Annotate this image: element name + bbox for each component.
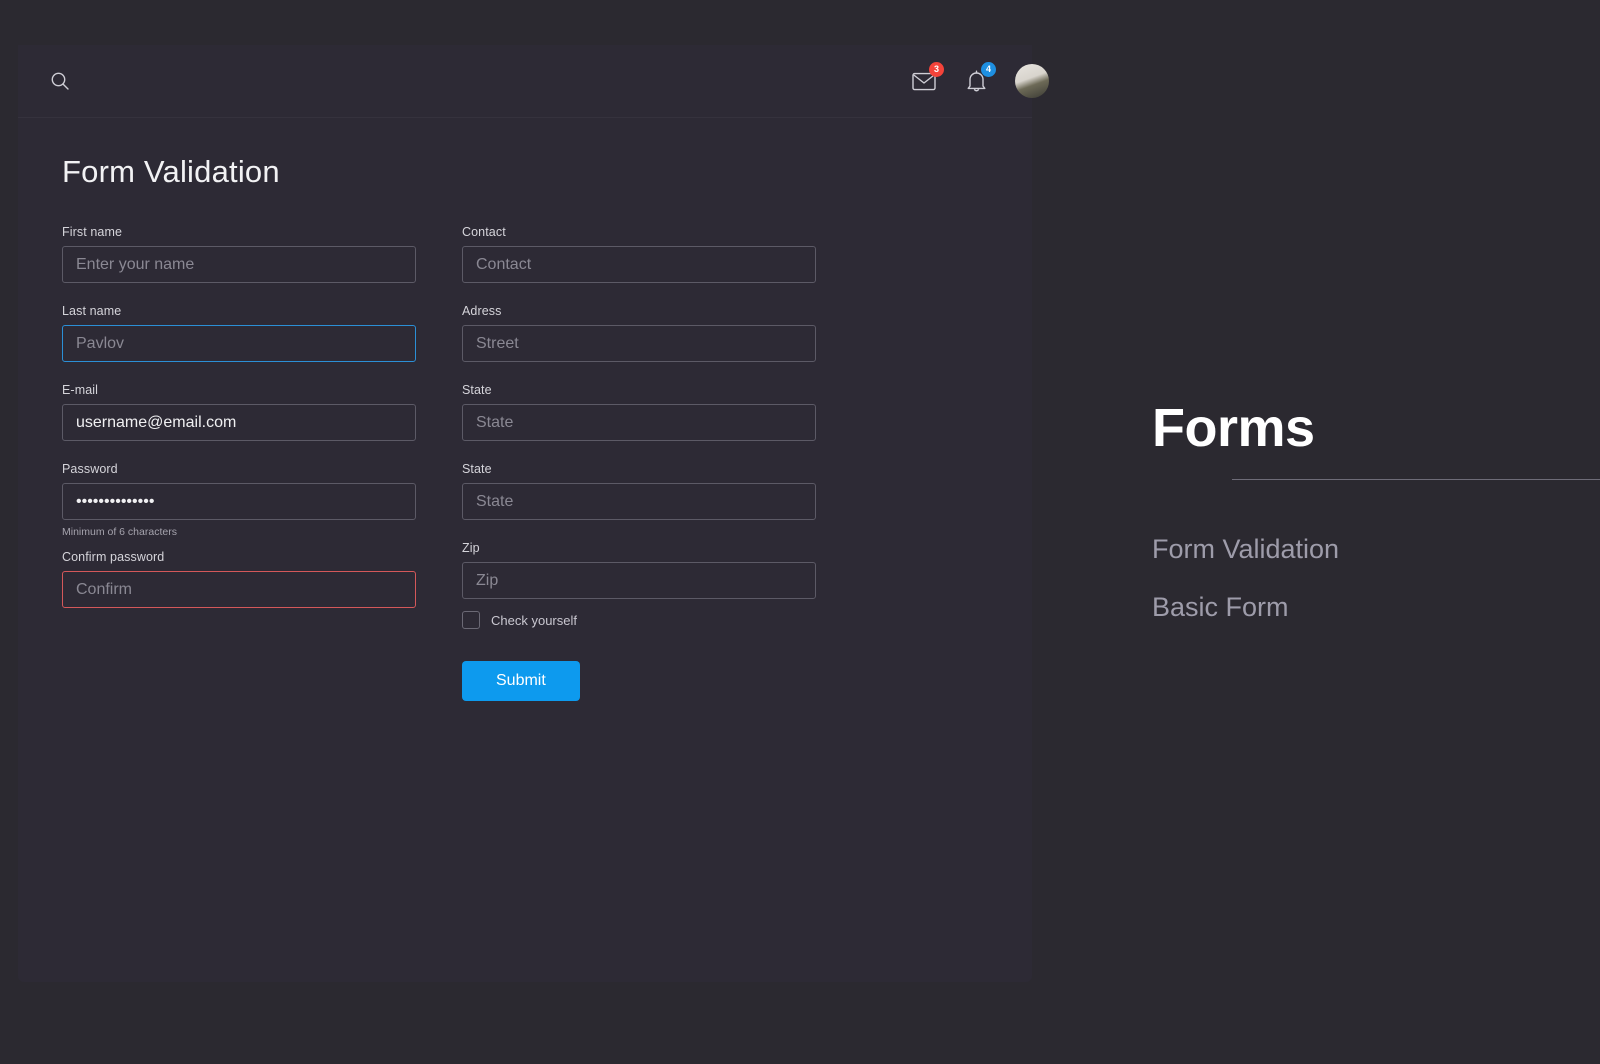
password-input[interactable] xyxy=(62,483,416,520)
avatar-image xyxy=(1015,64,1049,98)
page-title: Form Validation xyxy=(62,154,280,189)
submit-button[interactable]: Submit xyxy=(462,661,580,701)
page-root: 3 4 Form Validation First name Enter you… xyxy=(0,0,1600,1064)
mail-icon[interactable]: 3 xyxy=(911,62,944,94)
form-grid: First name Last name E-mail Password xyxy=(62,225,988,701)
state-input-2[interactable] xyxy=(462,483,816,520)
label-email: E-mail xyxy=(62,383,99,397)
form-column-right: Contact Adress State State xyxy=(462,225,816,701)
label-contact: Contact xyxy=(462,225,506,239)
app-header: 3 4 xyxy=(18,45,1049,118)
app-content: Form Validation First name Last name E-m… xyxy=(18,118,1032,701)
bell-icon[interactable]: 4 xyxy=(963,62,996,94)
field-first-name: First name xyxy=(62,225,416,283)
contact-input[interactable] xyxy=(462,246,816,283)
mail-badge: 3 xyxy=(929,62,944,77)
label-password: Password xyxy=(62,462,118,476)
field-state-2: State xyxy=(462,462,816,520)
field-email: E-mail xyxy=(62,383,416,441)
label-state-1: State xyxy=(462,383,492,397)
field-contact: Contact xyxy=(462,225,816,283)
confirm-password-input[interactable] xyxy=(62,571,416,608)
avatar[interactable] xyxy=(1015,64,1049,98)
label-last-name: Last name xyxy=(62,304,122,318)
label-state-2: State xyxy=(462,462,492,476)
label-first-name: First name xyxy=(62,225,123,239)
state-input-1[interactable] xyxy=(462,404,816,441)
password-hint: Minimum of 6 characters xyxy=(62,526,177,538)
field-password: Password Minimum of 6 characters xyxy=(62,462,416,538)
side-nav: Forms Form Validation Basic Form xyxy=(1152,400,1600,652)
label-adress: Adress xyxy=(462,304,502,318)
app-panel: 3 4 Form Validation First name Enter you… xyxy=(18,45,1049,982)
adress-input[interactable] xyxy=(462,325,816,362)
side-nav-title: Forms xyxy=(1152,398,1315,458)
side-nav-link-form-validation[interactable]: Form Validation xyxy=(1152,535,1600,563)
side-nav-link-basic-form[interactable]: Basic Form xyxy=(1152,593,1600,621)
check-yourself-row: Check yourself xyxy=(462,611,816,629)
last-name-input[interactable] xyxy=(62,325,416,362)
label-zip: Zip xyxy=(462,541,480,555)
search-icon[interactable] xyxy=(45,66,75,96)
bell-badge: 4 xyxy=(981,62,996,77)
form-column-left: First name Last name E-mail Password xyxy=(62,225,416,701)
check-yourself-checkbox[interactable] xyxy=(462,611,480,629)
check-yourself-label: Check yourself xyxy=(491,612,577,628)
field-zip: Zip xyxy=(462,541,816,599)
field-last-name: Last name xyxy=(62,304,416,362)
email-input[interactable] xyxy=(62,404,416,441)
zip-input[interactable] xyxy=(462,562,816,599)
first-name-input[interactable] xyxy=(62,246,416,283)
field-adress: Adress xyxy=(462,304,816,362)
side-nav-divider xyxy=(1232,478,1600,480)
field-confirm-password: Confirm password xyxy=(62,550,416,608)
label-confirm-password: Confirm password xyxy=(62,550,165,564)
field-state-1: State xyxy=(462,383,816,441)
header-actions: 3 4 xyxy=(911,62,1049,98)
side-nav-links: Form Validation Basic Form xyxy=(1152,535,1600,621)
